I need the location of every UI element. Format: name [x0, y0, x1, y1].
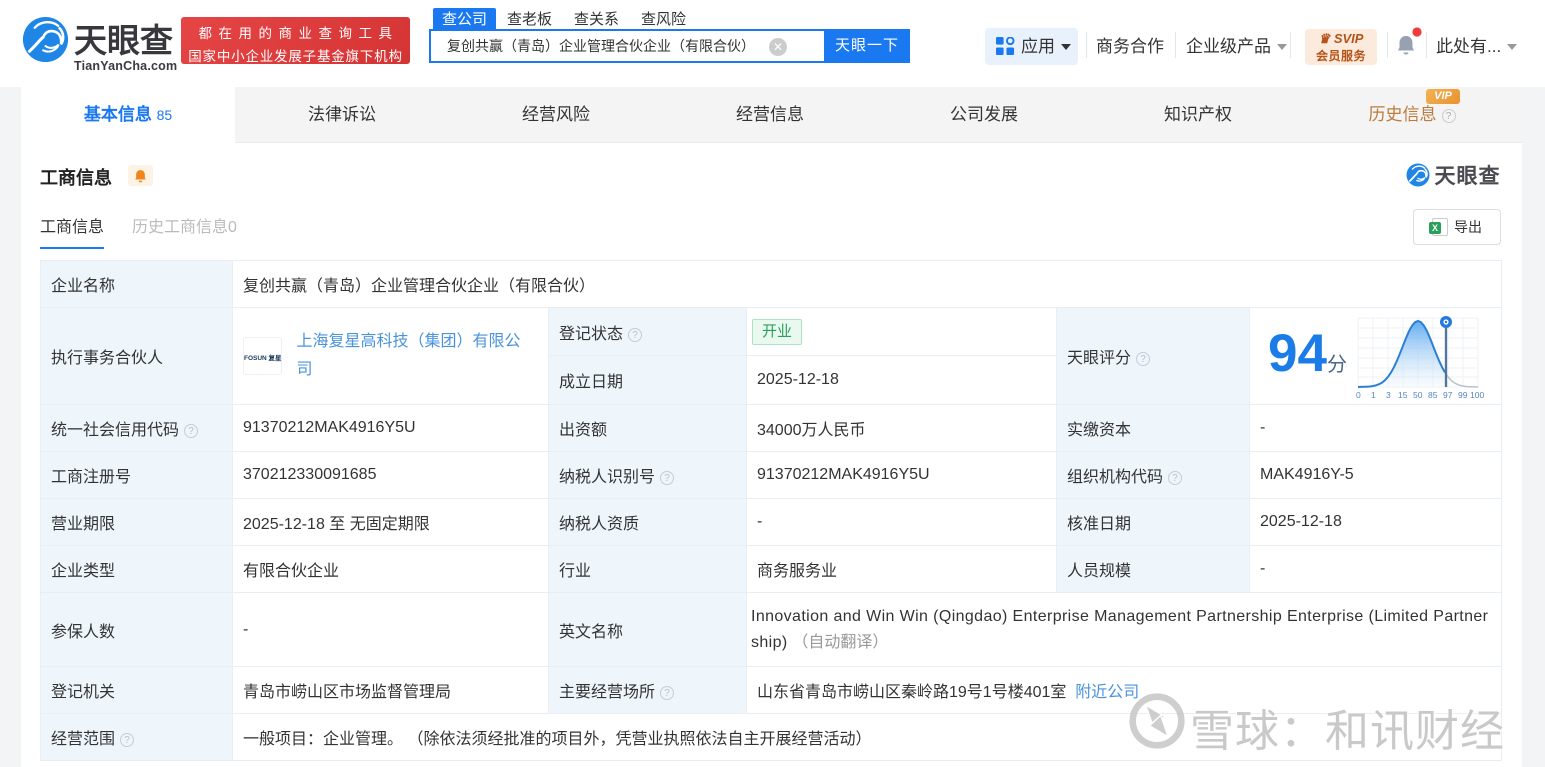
svg-text:1: 1 [1371, 390, 1376, 400]
svg-text:0: 0 [1356, 390, 1361, 400]
svg-text:99: 99 [1458, 390, 1468, 400]
svg-text:100: 100 [1470, 390, 1484, 400]
svg-text:97: 97 [1443, 390, 1453, 400]
svg-text:3: 3 [1386, 390, 1391, 400]
svg-text:15: 15 [1398, 390, 1408, 400]
svg-text:85: 85 [1428, 390, 1438, 400]
svg-text:50: 50 [1413, 390, 1423, 400]
